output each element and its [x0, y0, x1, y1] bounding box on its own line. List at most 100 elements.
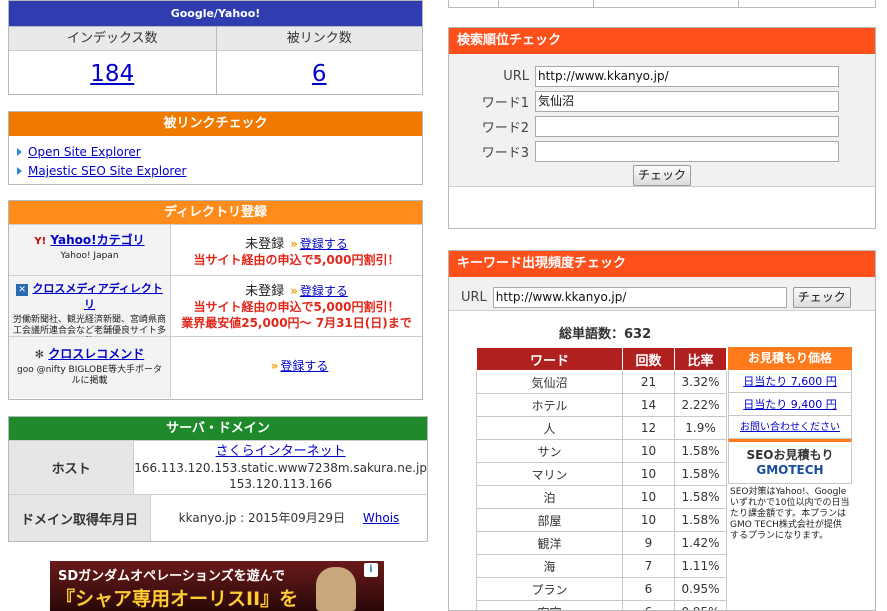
yahoo-category-link[interactable]: Yahoo!カテゴリ	[50, 233, 144, 247]
keyword-check-box: キーワード出現頻度チェック URL http://www.kkanyo.jp/ …	[448, 250, 876, 611]
seo-estimate-banner[interactable]: SEOお見積もり GMOTECH	[728, 439, 852, 484]
backlink-check-title: 被リンクチェック	[9, 112, 422, 136]
estimate-panel: お見積もり価格 日当たり 7,600 円 日当たり 9,400 円 お問い合わせ…	[728, 347, 852, 545]
register-crossmedia-link[interactable]: 登録する	[300, 284, 348, 298]
arrow-right-icon	[17, 167, 22, 175]
cell-count: 9	[622, 531, 675, 555]
yahoo-category-sub: Yahoo! Japan	[60, 251, 119, 261]
cell-count: 10	[622, 508, 675, 532]
cell-count: 10	[622, 439, 675, 463]
cell-ratio: 1.58%	[674, 485, 727, 509]
google-yahoo-title: Google/Yahoo!	[9, 1, 422, 26]
keyword-check-title: キーワード出現頻度チェック	[449, 251, 875, 277]
index-count-link[interactable]: 184	[90, 61, 134, 87]
ad-character-image	[316, 567, 356, 611]
ad-info-icon[interactable]: i	[364, 563, 378, 577]
cell-count: 21	[622, 370, 675, 394]
status-unregistered: 未登録	[245, 284, 285, 299]
whois-link[interactable]: Whois	[363, 511, 399, 525]
word1-label: ワード1	[481, 96, 529, 111]
cell-ratio: 1.58%	[674, 439, 727, 463]
backlink-count-link[interactable]: 6	[312, 61, 327, 87]
word3-input[interactable]	[535, 141, 839, 162]
server-domain-box: サーバ・ドメイン ホスト さくらインターネット 166.113.120.153.…	[8, 416, 428, 542]
open-site-explorer-link[interactable]: Open Site Explorer	[28, 145, 141, 159]
cell-word: 観洋	[476, 531, 623, 555]
cell-count: 6	[622, 577, 675, 601]
col-header-count: 回数	[622, 347, 675, 371]
domain-date-value: kkanyo.jp : 2015年09月29日	[178, 511, 346, 525]
table-row: 観洋 9 1.42%	[476, 531, 727, 555]
backlink-check-box: 被リンクチェック Open Site Explorer Majestic SEO…	[8, 111, 423, 185]
kw-url-input[interactable]: http://www.kkanyo.jp/	[492, 287, 787, 308]
host-name: 166.113.120.153.static.www7238m.sakura.n…	[134, 461, 427, 475]
table-row: プラン 6 0.95%	[476, 577, 727, 601]
register-crossrecommend-link[interactable]: 登録する	[280, 359, 328, 373]
directory-title: ディレクトリ登録	[9, 201, 422, 224]
table-row: 部屋 10 1.58%	[476, 508, 727, 532]
cell-word: 泊	[476, 485, 623, 509]
server-domain-title: サーバ・ドメイン	[9, 417, 427, 440]
crossrecommend-logo-icon: ✻	[34, 348, 44, 361]
word2-label: ワード2	[481, 121, 529, 136]
directory-row-crossmedia: ✕ クロスメディアディレクトリ 労働新聞社、観光経済新聞、宮崎県商工会議所連合会…	[9, 275, 422, 347]
cell-count: 7	[622, 554, 675, 578]
url-input[interactable]: http://www.kkanyo.jp/	[535, 66, 839, 87]
domain-row: ドメイン取得年月日 kkanyo.jp : 2015年09月29日 Whois	[9, 494, 427, 541]
estimate-link-1[interactable]: 日当たり 7,600 円	[743, 375, 836, 388]
contact-link[interactable]: お問い合わせください	[740, 422, 840, 433]
cell-word: 気仙沼	[476, 370, 623, 394]
cell-count: 10	[622, 462, 675, 486]
table-row: ホテル 14 2.22%	[476, 393, 727, 417]
cell-count: 12	[622, 416, 675, 440]
kw-url-label: URL	[461, 290, 487, 305]
cell-count: 14	[622, 393, 675, 417]
host-row: ホスト さくらインターネット 166.113.120.153.static.ww…	[9, 440, 427, 494]
cell-ratio: 1.58%	[674, 508, 727, 532]
cell-word: 海	[476, 554, 623, 578]
yahoo-logo-icon: Y!	[34, 236, 47, 247]
cell-count: 10	[622, 485, 675, 509]
chevron-right-icon: »	[290, 237, 298, 251]
list-item: Majestic SEO Site Explorer	[17, 162, 422, 181]
table-row: マリン 10 1.58%	[476, 462, 727, 486]
table-row: 気仙沼 21 3.32%	[476, 370, 727, 394]
rank-check-button[interactable]: チェック	[633, 165, 691, 186]
backlink-count-header: 被リンク数	[215, 26, 422, 50]
crossmedia-directory-link[interactable]: クロスメディアディレクトリ	[32, 282, 162, 311]
promo-text: 当サイト経由の申込で5,000円割引！	[193, 253, 400, 267]
word3-label: ワード3	[481, 146, 529, 161]
url-label: URL	[503, 69, 529, 84]
crossrecommend-link[interactable]: クロスレコメンド	[48, 347, 144, 361]
google-yahoo-box: Google/Yahoo! インデックス数 被リンク数 184 6	[8, 0, 423, 95]
majestic-seo-link[interactable]: Majestic SEO Site Explorer	[28, 164, 186, 178]
cell-word: プラン	[476, 577, 623, 601]
crossrecommend-sub: goo @nifty BIGLOBE等大手ポータルに掲載	[17, 365, 162, 386]
table-row: サン 10 1.58%	[476, 439, 727, 463]
word1-input[interactable]: 気仙沼	[535, 91, 839, 112]
host-label: ホスト	[9, 441, 135, 494]
register-yahoo-link[interactable]: 登録する	[300, 237, 348, 251]
list-item: Open Site Explorer	[17, 143, 422, 162]
table-row: 客室60.95%	[476, 600, 727, 610]
kw-check-button[interactable]: チェック	[792, 287, 851, 308]
arrow-right-icon	[17, 148, 22, 156]
cell-ratio: 0.95%	[674, 577, 727, 601]
seo-estimate-text: SEOお見積もり	[746, 448, 834, 462]
col-header-word: ワード	[476, 347, 623, 371]
cell-word: 人	[476, 416, 623, 440]
estimate-link-2[interactable]: 日当たり 9,400 円	[743, 398, 836, 411]
host-provider-link[interactable]: さくらインターネット	[216, 444, 346, 459]
cell-ratio: 3.32%	[674, 370, 727, 394]
directory-row-yahoo: Y! Yahoo!カテゴリ Yahoo! Japan 未登録 » 登録する 当サイト…	[9, 224, 422, 275]
host-ip: 153.120.113.166	[229, 477, 333, 491]
total-word-count: 総単語数：632	[559, 327, 652, 342]
chevron-right-icon: »	[270, 359, 279, 373]
top-strip	[448, 0, 876, 8]
ad-banner[interactable]: SDガンダムオペレーションズを遊んで 『シャア専用オーリスII』を i	[50, 561, 384, 611]
cell-ratio: 1.58%	[674, 462, 727, 486]
index-count-header: インデックス数	[9, 26, 216, 50]
keyword-table: ワード 回数 比率 気仙沼 21 3.32% ホテル 14 2.22% 人 12 1.9% サン 1…	[476, 347, 727, 610]
word2-input[interactable]	[535, 116, 839, 137]
estimate-title: お見積もり価格	[728, 347, 852, 370]
